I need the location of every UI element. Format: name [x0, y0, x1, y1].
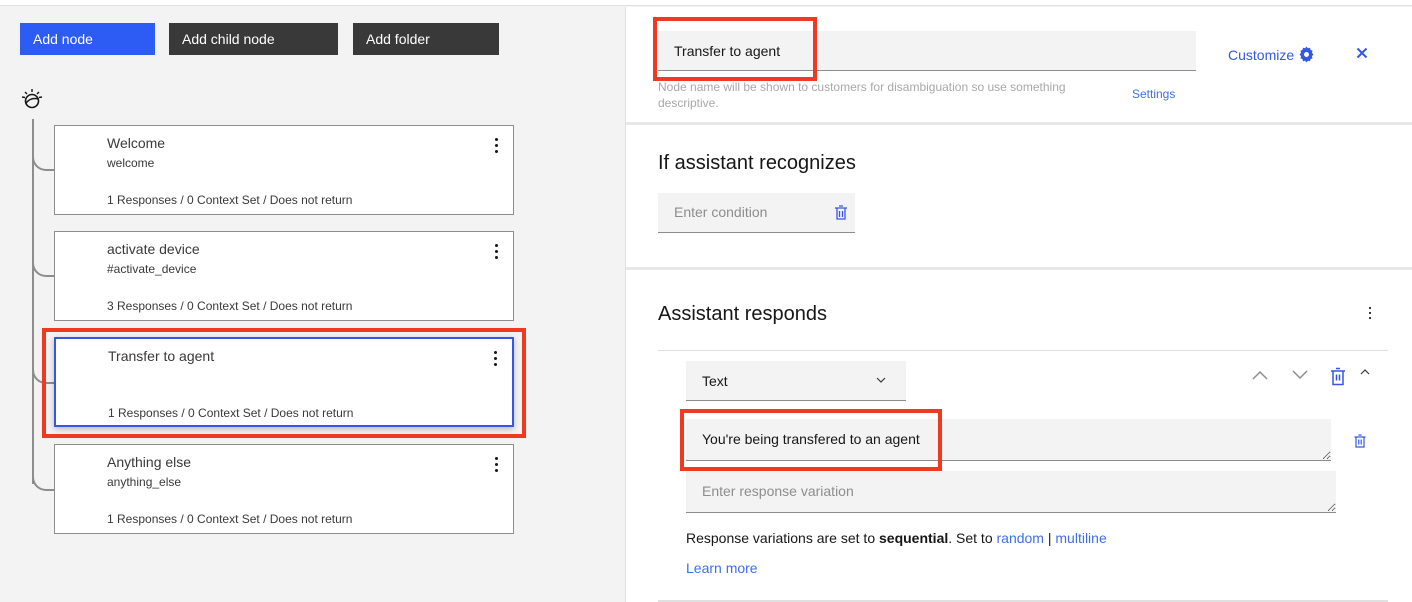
variation-separator: |: [1043, 530, 1056, 546]
close-icon[interactable]: [1354, 45, 1370, 61]
tree-branch: [32, 362, 54, 384]
customize-button[interactable]: Customize: [1228, 46, 1315, 63]
settings-link[interactable]: Settings: [1132, 87, 1175, 101]
node-title: activate device: [107, 241, 200, 257]
tree-branch: [32, 255, 54, 277]
watson-root-icon: [21, 89, 43, 109]
responds-heading: Assistant responds: [658, 303, 827, 325]
trash-icon[interactable]: [1330, 367, 1346, 386]
overflow-menu-icon[interactable]: [493, 138, 499, 156]
trash-icon[interactable]: [1354, 434, 1366, 448]
node-meta: 1 Responses / 0 Context Set / Does not r…: [107, 512, 353, 526]
add-child-node-button[interactable]: Add child node: [169, 23, 338, 55]
add-node-button[interactable]: Add node: [20, 23, 155, 55]
node-condition: welcome: [107, 156, 155, 170]
response-type-select[interactable]: Text: [686, 361, 906, 401]
trash-icon[interactable]: [834, 205, 848, 221]
tree-branch: [32, 149, 54, 171]
overflow-menu-icon[interactable]: [492, 351, 498, 369]
multiline-link[interactable]: multiline: [1055, 530, 1106, 546]
node-condition: anything_else: [107, 475, 182, 489]
section-divider: [658, 350, 1388, 351]
variation-mid: . Set to: [948, 530, 997, 546]
random-link[interactable]: random: [997, 530, 1044, 546]
node-meta: 3 Responses / 0 Context Set / Does not r…: [107, 299, 353, 313]
tree-branch: [32, 469, 54, 491]
collapse-icon[interactable]: [1359, 367, 1371, 376]
add-folder-button[interactable]: Add folder: [353, 23, 499, 55]
chevron-down-icon: [876, 377, 886, 383]
node-condition: #activate_device: [107, 262, 197, 276]
variation-mode: sequential: [879, 530, 949, 546]
dialog-editor: Add node Add child node Add folder Welco…: [0, 0, 1412, 602]
section-divider: [626, 122, 1412, 125]
node-name-input[interactable]: [658, 31, 1196, 71]
gear-icon: [1299, 46, 1314, 63]
dialog-node-welcome[interactable]: Welcome welcome 1 Responses / 0 Context …: [54, 125, 514, 215]
recognizes-heading: If assistant recognizes: [658, 152, 856, 174]
node-editor-panel: Node name will be shown to customers for…: [625, 7, 1412, 602]
tree-connector: [32, 119, 34, 484]
variation-settings-text: Response variations are set to sequentia…: [686, 530, 1107, 546]
top-bar: [0, 0, 1412, 6]
node-name-helper-text: Node name will be shown to customers for…: [658, 80, 1066, 110]
node-title: Anything else: [107, 454, 192, 470]
node-title: Transfer to agent: [108, 348, 215, 364]
move-up-icon[interactable]: [1251, 369, 1269, 381]
dialog-tree-panel: Add node Add child node Add folder Welco…: [0, 7, 625, 602]
condition-input[interactable]: [658, 193, 818, 231]
customize-label: Customize: [1228, 46, 1295, 63]
overflow-menu-icon[interactable]: [493, 457, 499, 475]
dialog-node-transfer-to-agent[interactable]: Transfer to agent 1 Responses / 0 Contex…: [54, 337, 514, 427]
overflow-menu-icon[interactable]: [1367, 307, 1373, 321]
dialog-node-anything-else[interactable]: Anything else anything_else 1 Responses …: [54, 444, 514, 534]
response-variation-input[interactable]: [686, 471, 1336, 513]
move-down-icon[interactable]: [1291, 369, 1309, 381]
node-meta: 1 Responses / 0 Context Set / Does not r…: [107, 193, 353, 207]
response-input[interactable]: You're being transfered to an agent: [686, 419, 1331, 461]
variation-prefix: Response variations are set to: [686, 530, 879, 546]
learn-more-link[interactable]: Learn more: [686, 560, 758, 576]
response-type-value: Text: [702, 373, 728, 389]
dialog-node-activate-device[interactable]: activate device #activate_device 3 Respo…: [54, 231, 514, 321]
node-title: Welcome: [107, 135, 166, 151]
condition-field: [658, 193, 855, 233]
section-divider: [626, 267, 1412, 270]
overflow-menu-icon[interactable]: [493, 244, 499, 262]
node-meta: 1 Responses / 0 Context Set / Does not r…: [108, 406, 354, 420]
